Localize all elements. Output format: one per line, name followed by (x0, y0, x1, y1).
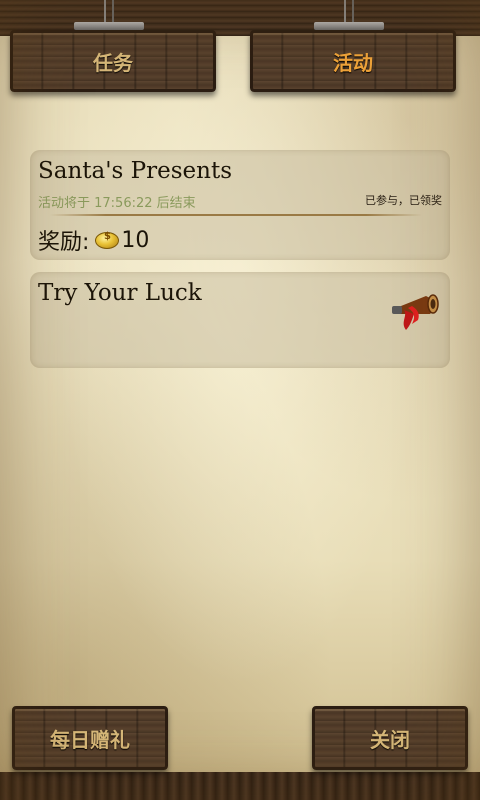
close-label: 关闭 (370, 727, 410, 752)
card-divider (50, 214, 422, 216)
bottom-wood-bar (0, 772, 480, 800)
hook-plate-right (314, 22, 384, 30)
reward-row: 奖励: 10 (38, 224, 149, 256)
gold-coin-icon (95, 231, 120, 249)
tab-tasks-label: 任务 (93, 50, 133, 75)
close-button[interactable]: 关闭 (312, 706, 468, 770)
event-status: 已参与，已领奖 (365, 194, 442, 207)
horn-icon (392, 294, 439, 330)
event-countdown: 活动将于 17:56:22 后结束 (38, 196, 196, 211)
tab-events-label: 活动 (333, 50, 373, 75)
reward-label: 奖励: (38, 230, 90, 255)
hook-plate-left (74, 22, 144, 30)
event-title: Santa's Presents (38, 158, 233, 184)
event-title: Try Your Luck (38, 280, 202, 306)
daily-gift-button[interactable]: 每日赠礼 (12, 706, 168, 770)
tab-tasks[interactable]: 任务 (10, 30, 216, 92)
event-card-santas-presents[interactable]: Santa's Presents 活动将于 17:56:22 后结束 已参与，已… (30, 150, 450, 260)
reward-value: 10 (121, 227, 150, 253)
event-card-try-your-luck[interactable]: Try Your Luck (30, 272, 450, 368)
tab-events[interactable]: 活动 (250, 30, 456, 92)
paper-vignette (0, 0, 480, 800)
daily-gift-label: 每日赠礼 (50, 727, 130, 752)
